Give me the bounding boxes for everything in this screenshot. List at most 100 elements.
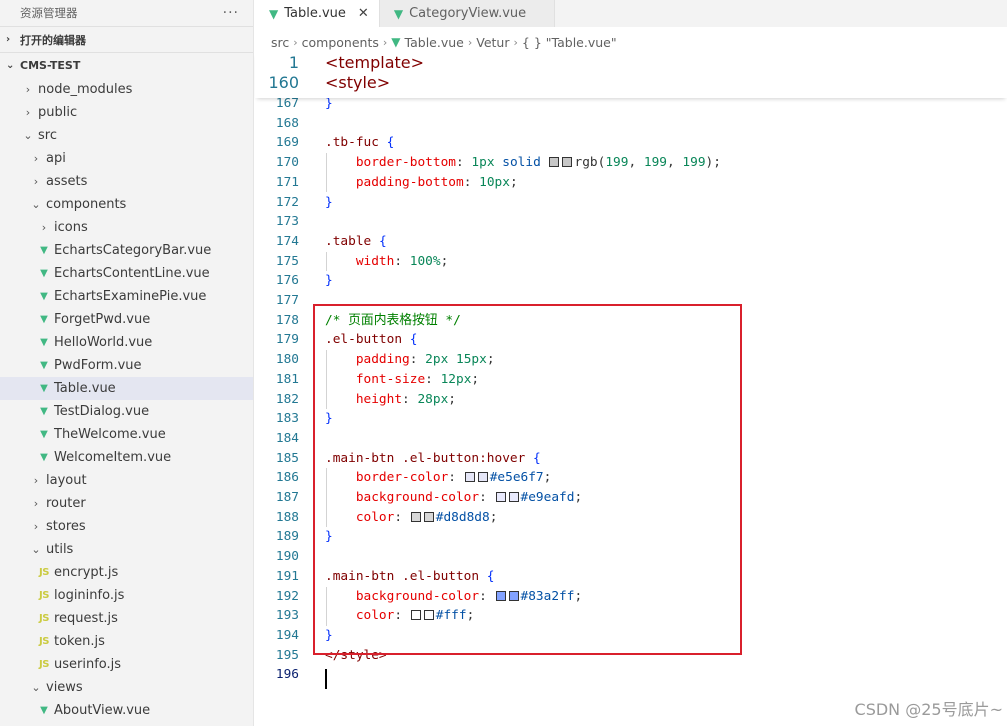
tree-folder[interactable]: › public [0,101,253,124]
code-line[interactable]: 193 color: #fff; [255,606,1007,626]
code-line[interactable]: 175 width: 100%; [255,252,1007,272]
color-swatch-icon[interactable] [495,590,506,601]
code-text: /* 页面内表格按钮 */ [325,311,461,331]
code-editor[interactable]: 167} 168 169 .tb-fuc {170 border-bottom: 1p… [255,52,1007,726]
code-line[interactable]: 173 [255,212,1007,232]
code-line[interactable]: 177 [255,291,1007,311]
code-line[interactable]: 172} [255,193,1007,213]
code-line[interactable]: 174 .table { [255,232,1007,252]
color-swatch-icon[interactable] [464,472,475,483]
code-line[interactable]: 178 /* 页面内表格按钮 */ [255,311,1007,331]
code-line[interactable]: 183} [255,409,1007,429]
code-line[interactable]: 182 height: 28px; [255,390,1007,410]
tab-categoryview-vue[interactable]: ▼ CategoryView.vue [379,0,556,27]
code-line[interactable]: 1 <template> [255,53,1007,73]
color-swatch-icon[interactable] [410,511,421,522]
code-line[interactable]: 187 background-color: #e9eafd; [255,488,1007,508]
code-line[interactable]: 185 .main-btn .el-button:hover { [255,449,1007,469]
code-line[interactable]: 168 [255,114,1007,134]
tree-folder[interactable]: ⌄ components [0,193,253,216]
tree-file[interactable]: ▼ ForgetPwd.vue [0,308,253,331]
color-swatch-icon[interactable] [423,610,434,621]
tree-folder[interactable]: › api [0,147,253,170]
code-token: rgb( [574,155,606,171]
code-line[interactable]: 195 </style> [255,646,1007,666]
code-line[interactable]: 188 color: #d8d8d8; [255,508,1007,528]
code-token: 100% [409,253,441,269]
tree-folder[interactable]: › layout [0,469,253,492]
code-line[interactable]: 170 border-bottom: 1px solid rgb(199, 19… [255,153,1007,173]
code-line[interactable]: 196 [255,665,1007,685]
chevron-down-icon: ⌄ [31,198,41,211]
tree-folder[interactable]: ⌄ src [0,124,253,147]
sticky-scroll-header[interactable]: 1 <template> 160 <style> [255,52,1007,98]
chevron-right-icon: › [33,520,39,533]
code-line[interactable]: 180 padding: 2px 15px; [255,350,1007,370]
code-line[interactable]: 176} [255,271,1007,291]
tree-file[interactable]: JS request.js [0,607,253,630]
more-actions-icon[interactable]: ··· [223,5,239,21]
code-line[interactable]: 192 background-color: #83a2ff; [255,587,1007,607]
code-line[interactable]: 179 .el-button { [255,330,1007,350]
tree-file[interactable]: JS userinfo.js [0,653,253,676]
tree-file[interactable]: ▼ TheWelcome.vue [0,423,253,446]
breadcrumb-item[interactable]: components [302,35,379,50]
code-text: width: 100%; [325,252,449,272]
code-token: /* 页面内表格按钮 */ [325,312,461,328]
tree-file[interactable]: ▼ EchartsExaminePie.vue [0,285,253,308]
code-line[interactable]: 169 .tb-fuc { [255,133,1007,153]
tree-file[interactable]: ▼ TestDialog.vue [0,400,253,423]
color-swatch-icon[interactable] [508,492,519,502]
tree-file[interactable]: ▼ EchartsContentLine.vue [0,262,253,285]
code-line[interactable]: 190 [255,547,1007,567]
code-token: padding [325,352,410,368]
tab-table-vue[interactable]: ▼ Table.vue ✕ [255,0,380,27]
breadcrumb-item[interactable]: Vetur [476,35,509,50]
tree-file[interactable]: ▼ Table.vue [0,377,253,400]
tree-file[interactable]: JS logininfo.js [0,584,253,607]
code-line[interactable]: 191 .main-btn .el-button { [255,567,1007,587]
tree-file[interactable]: ▼ EchartsCategoryBar.vue [0,239,253,262]
color-swatch-icon[interactable] [410,610,421,621]
tree-folder[interactable]: › assets [0,170,253,193]
tree-file[interactable]: ▼ PwdForm.vue [0,354,253,377]
code-line[interactable]: 186 border-color: #e5e6f7; [255,468,1007,488]
code-token: #e9eafd [520,490,575,505]
tree-folder[interactable]: › icons [0,216,253,239]
code-token: ; [486,352,495,368]
tree-file[interactable]: ▼ AboutView.vue [0,699,253,722]
vue-file-icon: ▼ [40,406,48,417]
tree-file[interactable]: JS token.js [0,630,253,653]
code-line[interactable]: 184 [255,429,1007,449]
vue-file-icon: ▼ [40,429,48,440]
tree-folder[interactable]: › router [0,492,253,515]
open-editors-section[interactable]: › 打开的编辑器 [0,26,253,52]
breadcrumb-item[interactable]: src [271,35,289,50]
tree-file[interactable]: ▼ WelcomeItem.vue [0,446,253,469]
color-swatch-icon[interactable] [508,590,519,601]
code-line[interactable]: 194} [255,626,1007,646]
chevron-down-icon: ⌄ [23,129,33,142]
line-number: 190 [275,549,299,565]
color-swatch-icon[interactable] [495,492,506,502]
tree-file[interactable]: JS encrypt.js [0,561,253,584]
color-swatch-icon[interactable] [562,157,573,168]
code-line[interactable]: 181 font-size: 12px; [255,370,1007,390]
color-swatch-icon[interactable] [549,157,560,168]
color-swatch-icon[interactable] [423,511,434,522]
tree-folder[interactable]: ⌄ views [0,676,253,699]
breadcrumb-item[interactable]: Table.vue [405,35,464,50]
tree-file[interactable]: ▼CategoryView.vue [0,722,253,726]
code-line[interactable]: 160 <style> [255,73,1007,93]
code-token: </style> [325,647,387,663]
code-line[interactable]: 189} [255,527,1007,547]
color-swatch-icon[interactable] [477,472,488,483]
close-icon[interactable]: ✕ [358,6,369,21]
project-section[interactable]: ⌄ CMS-TEST [0,52,253,78]
tree-folder[interactable]: › stores [0,515,253,538]
tree-file[interactable]: ▼ HelloWorld.vue [0,331,253,354]
tree-folder[interactable]: ⌄ utils [0,538,253,561]
code-line[interactable]: 171 padding-bottom: 10px; [255,173,1007,193]
tree-folder[interactable]: › node_modules [0,78,253,101]
breadcrumb-symbol[interactable]: "Table.vue" [546,35,617,50]
